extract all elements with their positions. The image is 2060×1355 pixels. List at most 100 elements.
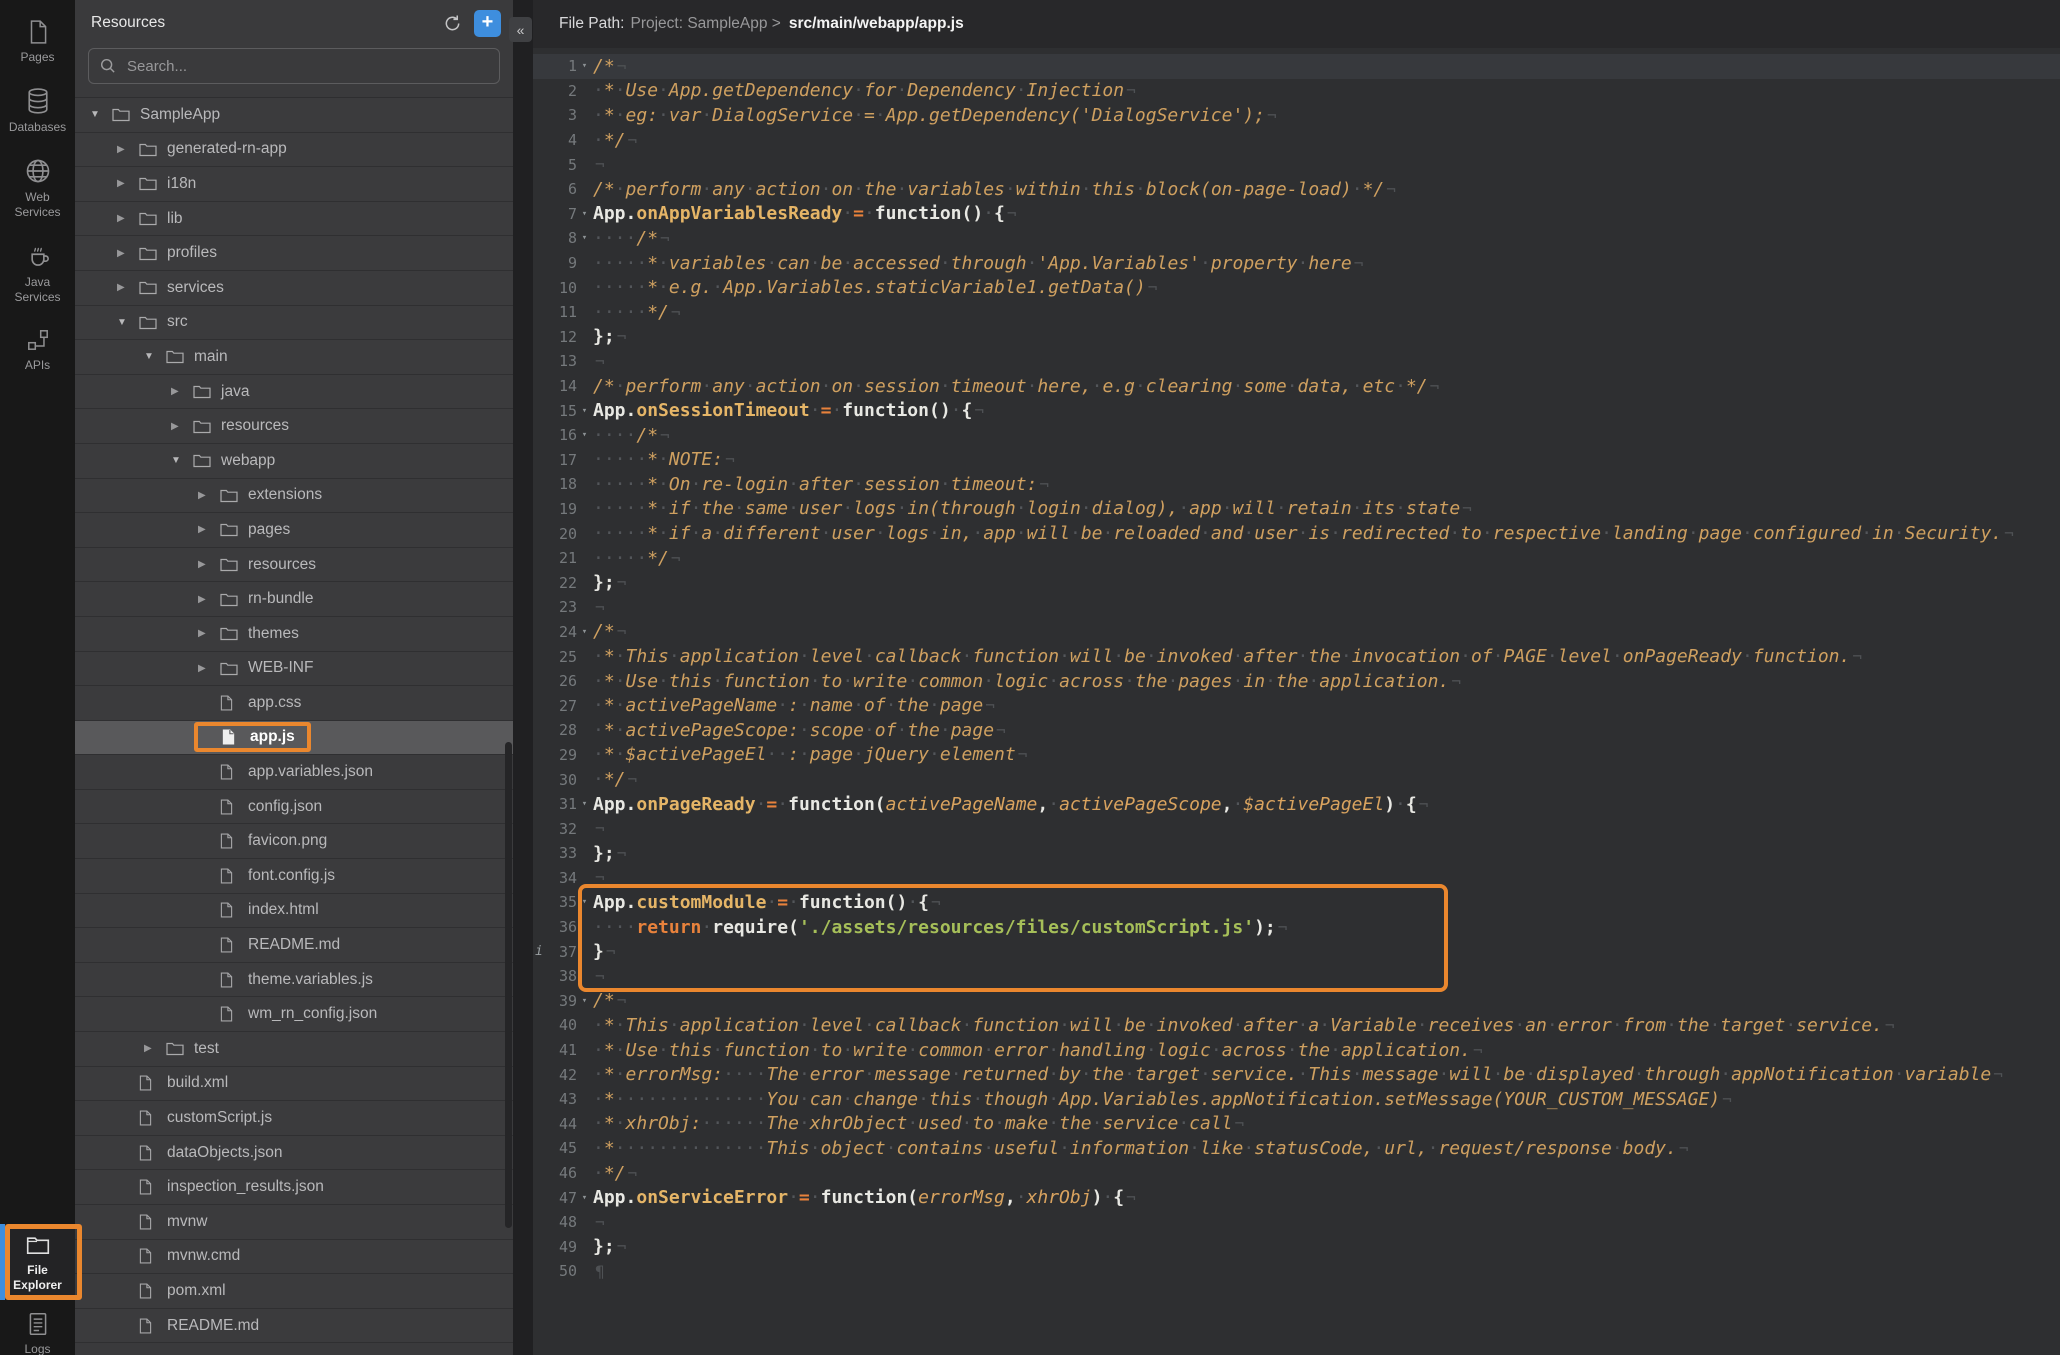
line-number[interactable]: 29	[533, 746, 577, 764]
code-line-4[interactable]: 4·*/¬	[533, 128, 2060, 153]
code-line-2[interactable]: 2·*·Use·App.getDependency·for·Dependency…	[533, 79, 2060, 104]
code-line-11[interactable]: 11·····*/¬	[533, 300, 2060, 325]
code-line-21[interactable]: 21·····*/¬	[533, 546, 2060, 571]
line-number[interactable]: 12	[533, 328, 577, 346]
code-line-24[interactable]: 24▾/*¬	[533, 620, 2060, 645]
line-number[interactable]: 37i	[533, 943, 577, 961]
line-number[interactable]: 15	[533, 402, 577, 420]
tree-item-resources[interactable]: ▶resources	[75, 548, 513, 583]
code-line-50[interactable]: 50¶	[533, 1259, 2060, 1284]
tree-item-theme-variables-js[interactable]: theme.variables.js	[75, 963, 513, 998]
line-number[interactable]: 7	[533, 205, 577, 223]
code-line-31[interactable]: 31▾App.onPageReady·=·function(activePage…	[533, 792, 2060, 817]
line-number[interactable]: 48	[533, 1213, 577, 1231]
code-line-6[interactable]: 6/*·perform·any·action·on·the·variables·…	[533, 177, 2060, 202]
tree-item-themes[interactable]: ▶themes	[75, 617, 513, 652]
code-line-37[interactable]: 37i}¬	[533, 939, 2060, 964]
code-line-20[interactable]: 20·····*·if·a·different·user·logs·in,·ap…	[533, 521, 2060, 546]
code-line-41[interactable]: 41·*·Use·this·function·to·write·common·e…	[533, 1038, 2060, 1063]
code-line-26[interactable]: 26·*·Use·this·function·to·write·common·l…	[533, 669, 2060, 694]
tree-item-index-html[interactable]: index.html	[75, 894, 513, 929]
tree-item-extensions[interactable]: ▶extensions	[75, 479, 513, 514]
line-number[interactable]: 35	[533, 893, 577, 911]
tree-item-readme-md[interactable]: README.md	[75, 1309, 513, 1344]
line-number[interactable]: 40	[533, 1016, 577, 1034]
line-number[interactable]: 21	[533, 549, 577, 567]
line-number[interactable]: 27	[533, 697, 577, 715]
code-line-15[interactable]: 15▾App.onSessionTimeout·=·function()·{¬	[533, 398, 2060, 423]
code-line-34[interactable]: 34¬	[533, 866, 2060, 891]
line-number[interactable]: 33	[533, 844, 577, 862]
line-number[interactable]: 44	[533, 1115, 577, 1133]
line-number[interactable]: 42	[533, 1066, 577, 1084]
line-number[interactable]: 41	[533, 1041, 577, 1059]
fold-arrow-icon[interactable]: ▾	[577, 430, 592, 440]
tree-item-java[interactable]: ▶java	[75, 375, 513, 410]
sidebar-item-java-services[interactable]: Java Services	[0, 231, 75, 316]
tree-item-font-config-js[interactable]: font.config.js	[75, 859, 513, 894]
tree-item-sampleapp[interactable]: ▼SampleApp	[75, 98, 513, 133]
tree-item-wm-rn-config-json[interactable]: wm_rn_config.json	[75, 997, 513, 1032]
tree-item-rn-bundle[interactable]: ▶rn-bundle	[75, 582, 513, 617]
code-line-27[interactable]: 27·*·activePageName·:·name·of·the·page¬	[533, 693, 2060, 718]
code-line-30[interactable]: 30·*/¬	[533, 767, 2060, 792]
sidebar-item-file-explorer[interactable]: File Explorer	[0, 1224, 75, 1300]
tree-item-lib[interactable]: ▶lib	[75, 202, 513, 237]
tree-item-web-inf[interactable]: ▶WEB-INF	[75, 652, 513, 687]
line-number[interactable]: 9	[533, 254, 577, 272]
line-number[interactable]: 17	[533, 451, 577, 469]
code-line-35[interactable]: 35▾App.customModule·=·function()·{¬	[533, 890, 2060, 915]
tree-item-config-json[interactable]: config.json	[75, 790, 513, 825]
code-line-23[interactable]: 23¬	[533, 595, 2060, 620]
tree-item-customscript-js[interactable]: customScript.js	[75, 1101, 513, 1136]
code-line-3[interactable]: 3·*·eg:·var·DialogService·=·App.getDepen…	[533, 103, 2060, 128]
code-line-9[interactable]: 9·····*·variables·can·be·accessed·throug…	[533, 251, 2060, 276]
line-number[interactable]: 36	[533, 918, 577, 936]
collapse-panel-button[interactable]: «	[509, 17, 532, 42]
fold-arrow-icon[interactable]: ▾	[577, 1193, 592, 1203]
tree-item-i18n[interactable]: ▶i18n	[75, 167, 513, 202]
tree-item-services[interactable]: ▶services	[75, 271, 513, 306]
fold-arrow-icon[interactable]: ▾	[577, 996, 592, 1006]
line-number[interactable]: 34	[533, 869, 577, 887]
line-number[interactable]: 39	[533, 992, 577, 1010]
line-number[interactable]: 2	[533, 82, 577, 100]
code-line-47[interactable]: 47▾App.onServiceError·=·function(errorMs…	[533, 1185, 2060, 1210]
line-number[interactable]: 22	[533, 574, 577, 592]
code-line-46[interactable]: 46·*/¬	[533, 1161, 2060, 1186]
line-number[interactable]: 49	[533, 1238, 577, 1256]
line-number[interactable]: 3	[533, 106, 577, 124]
fold-arrow-icon[interactable]: ▾	[577, 897, 592, 907]
line-number[interactable]: 24	[533, 623, 577, 641]
line-number[interactable]: 38	[533, 967, 577, 985]
fold-arrow-icon[interactable]: ▾	[577, 627, 592, 637]
code-line-40[interactable]: 40·*·This·application·level·callback·fun…	[533, 1013, 2060, 1038]
code-line-7[interactable]: 7▾App.onAppVariablesReady·=·function()·{…	[533, 202, 2060, 227]
code-line-8[interactable]: 8▾····/*¬	[533, 226, 2060, 251]
code-line-29[interactable]: 29·*·$activePageEl··:·page·jQuery·elemen…	[533, 743, 2060, 768]
fold-arrow-icon[interactable]: ▾	[577, 209, 592, 219]
sidebar-item-web-services[interactable]: Web Services	[0, 146, 75, 231]
line-number[interactable]: 25	[533, 648, 577, 666]
code-line-13[interactable]: 13¬	[533, 349, 2060, 374]
code-line-43[interactable]: 43·*··············You·can·change·this·th…	[533, 1087, 2060, 1112]
line-number[interactable]: 8	[533, 229, 577, 247]
tree-item-mvnw[interactable]: mvnw	[75, 1205, 513, 1240]
tree-item-pages[interactable]: ▶pages	[75, 513, 513, 548]
code-line-1[interactable]: 1▾/*¬	[533, 54, 2060, 79]
code-line-45[interactable]: 45·*··············This·object·contains·u…	[533, 1136, 2060, 1161]
line-number[interactable]: 14	[533, 377, 577, 395]
tree-item-pom-xml[interactable]: pom.xml	[75, 1274, 513, 1309]
search-input[interactable]	[125, 57, 489, 76]
line-number[interactable]: 11	[533, 303, 577, 321]
tree-item-app-variables-json[interactable]: app.variables.json	[75, 755, 513, 790]
tree-item-build-xml[interactable]: build.xml	[75, 1067, 513, 1102]
line-number[interactable]: 23	[533, 598, 577, 616]
tree-item-app-js[interactable]: app.js	[75, 721, 513, 756]
line-number[interactable]: 31	[533, 795, 577, 813]
tree-item-dataobjects-json[interactable]: dataObjects.json	[75, 1136, 513, 1171]
fold-arrow-icon[interactable]: ▾	[577, 406, 592, 416]
line-number[interactable]: 16	[533, 426, 577, 444]
code-line-5[interactable]: 5¬	[533, 152, 2060, 177]
code-line-36[interactable]: 36····return·require('./assets/resources…	[533, 915, 2060, 940]
